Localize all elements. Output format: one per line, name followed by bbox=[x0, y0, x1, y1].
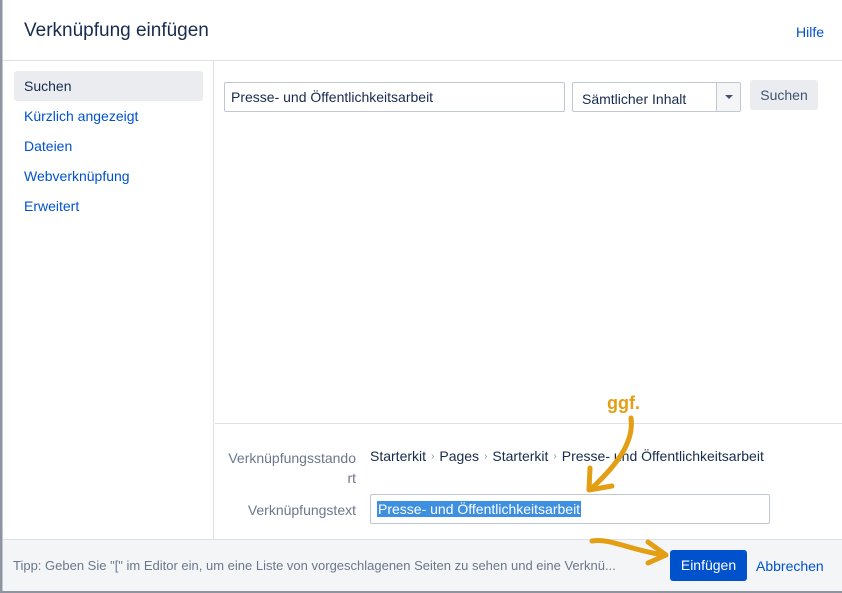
dialog-header: Verknüpfung einfügen Hilfe bbox=[3, 0, 842, 61]
selected-text: Presse- und Öffentlichkeitsarbeit bbox=[377, 501, 582, 517]
search-input[interactable] bbox=[224, 82, 565, 112]
breadcrumb-item[interactable]: Presse- und Öffentlichkeitsarbeit bbox=[562, 448, 764, 464]
breadcrumb-item[interactable]: Pages bbox=[439, 448, 479, 464]
link-details-panel: Verknüpfungsstando rt Starterkit › Pages › S… bbox=[215, 423, 842, 539]
dialog-title: Verknüpfung einfügen bbox=[24, 20, 209, 41]
link-text-input[interactable]: Presse- und Öffentlichkeitsarbeit bbox=[370, 494, 770, 524]
insert-button[interactable]: Einfügen bbox=[670, 550, 747, 581]
tip-text: Tipp: Geben Sie "[" im Editor ein, um ei… bbox=[13, 558, 616, 573]
sidebar: Suchen Kürzlich angezeigt Dateien Webver… bbox=[3, 61, 214, 539]
link-text-label: Verknüpfungstext bbox=[247, 502, 356, 518]
search-button[interactable]: Suchen bbox=[750, 80, 818, 110]
sidebar-item-files[interactable]: Dateien bbox=[14, 131, 203, 161]
breadcrumb: Starterkit › Pages › Starterkit › Presse- und … bbox=[370, 448, 764, 464]
breadcrumb-separator-icon: › bbox=[431, 451, 435, 462]
chevron-down-icon[interactable] bbox=[716, 83, 740, 111]
link-location-label: Verknüpfungsstando rt bbox=[228, 450, 356, 486]
insert-link-dialog: Verknüpfung einfügen Hilfe Suchen Kürzli… bbox=[2, 0, 842, 591]
dialog-footer: Tipp: Geben Sie "[" im Editor ein, um ei… bbox=[3, 539, 842, 591]
help-link[interactable]: Hilfe bbox=[796, 24, 824, 40]
breadcrumb-item[interactable]: Starterkit bbox=[370, 448, 426, 464]
sidebar-item-web-link[interactable]: Webverknüpfung bbox=[14, 161, 203, 191]
sidebar-item-search[interactable]: Suchen bbox=[14, 71, 203, 101]
content-scope-value: Sämtlicher Inhalt bbox=[582, 91, 687, 107]
annotation-text: ggf. bbox=[607, 393, 640, 413]
sidebar-item-advanced[interactable]: Erweitert bbox=[14, 191, 203, 221]
sidebar-item-recently-viewed[interactable]: Kürzlich angezeigt bbox=[14, 101, 203, 131]
search-panel: Sämtlicher Inhalt Suchen bbox=[215, 61, 842, 423]
breadcrumb-separator-icon: › bbox=[553, 451, 557, 462]
breadcrumb-item[interactable]: Starterkit bbox=[492, 448, 548, 464]
breadcrumb-separator-icon: › bbox=[484, 451, 488, 462]
content-scope-select[interactable]: Sämtlicher Inhalt bbox=[572, 82, 741, 112]
cancel-button[interactable]: Abbrechen bbox=[756, 558, 824, 574]
